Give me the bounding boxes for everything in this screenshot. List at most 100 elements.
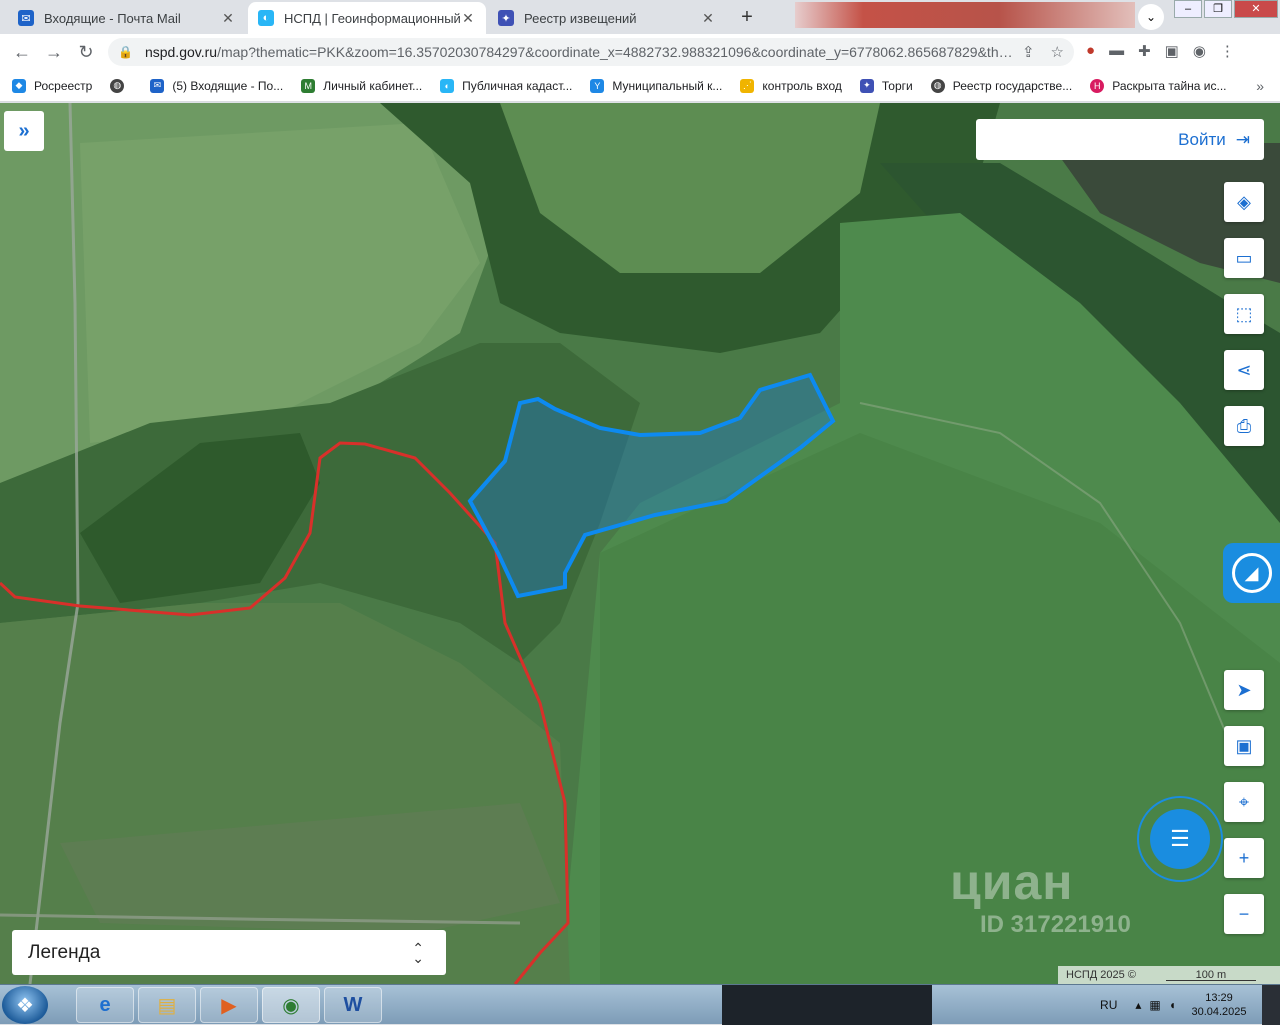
chat-bubble-icon: ☰ [1150,809,1210,869]
tab-strip: ✉ Входящие - Почта Mail ✕ ◐ НСПД | Геоин… [0,0,1280,34]
measure-button[interactable]: ▭ [1224,238,1264,278]
forward-icon[interactable]: → [38,42,70,63]
bookmark-label: Реестр государстве... [952,78,1073,93]
network-icon[interactable]: ▦ [1149,998,1160,1012]
tab-label: Входящие - Почта Mail [44,10,181,26]
system-tray: RU ▴ ▦ ◖ 13:29 30.04.2025 [1100,985,1254,1025]
print-button[interactable]: ⎙ [1224,406,1264,446]
search-location-button[interactable]: ⌖ [1224,782,1264,822]
bookmarks-bar: ◆ Росреестр ◍ ✉ (5) Входящие - По... M Личн… [0,70,1280,102]
emblem-icon: ✦ [498,10,514,26]
layers-button[interactable]: ◈ [1224,182,1264,222]
word-icon: W [343,993,363,1016]
nspd-icon: ◐ [258,10,274,26]
chart-icon: ⋰ [740,78,755,93]
bookmark-secret[interactable]: H Раскрыта тайна ис... [1090,78,1227,93]
attribution-text: НСПД 2025 © [1066,969,1136,981]
lock-icon: 🔒 [118,45,133,59]
windows-logo-icon: ❖ [16,994,34,1017]
share-icon[interactable]: ⇪ [1022,43,1035,61]
map-viewport[interactable]: » Войти ⇥ ◈ ▭ ⬚ ⋖ ⎙ ◢ ➤ ▣ ⌖ + − ☰ циан I… [0,103,1280,984]
taskbar-ie[interactable]: e [76,987,134,1023]
taskbar-chrome[interactable]: ◉ [262,987,320,1023]
emblem-icon: ✦ [859,78,874,93]
kebab-menu-icon[interactable]: ⋮ [1220,42,1235,60]
mail-icon: ✉ [18,10,34,26]
minimap-icon: ▣ [1235,735,1253,756]
ie-icon: e [99,993,111,1016]
tab-registry[interactable]: ✦ Реестр извещений ✕ [488,2,726,34]
start-button[interactable]: ❖ [2,986,48,1024]
locate-me-button[interactable]: ➤ [1224,670,1264,710]
taskbar-word[interactable]: W [324,987,382,1023]
browser-toolbar: ← → ↻ 🔒 nspd.gov.ru/map?thematic=PKK&zoo… [0,34,1280,70]
zoom-out-button[interactable]: − [1224,894,1264,934]
more-bookmarks-icon[interactable]: » [1256,78,1264,94]
satellite-imagery [0,103,1280,984]
tab-mail[interactable]: ✉ Входящие - Почта Mail ✕ [8,2,246,34]
bookmark-control[interactable]: ⋰ контроль вход [740,78,842,93]
municipal-icon: Y [590,78,605,93]
tab-search-button[interactable]: ⌄ [1138,4,1164,30]
expand-sidebar-button[interactable]: » [4,111,44,151]
nspd-icon: ◐ [440,78,455,93]
language-indicator[interactable]: RU [1100,998,1117,1012]
login-button[interactable]: Войти ⇥ [976,119,1264,160]
media-player-icon: ▶ [221,994,237,1017]
watermark: циан ID 317221910 [950,853,1131,939]
taskbar-media[interactable]: ▶ [200,987,258,1023]
taskbar-explorer[interactable]: ▤ [138,987,196,1023]
volume-icon[interactable]: ◖ [1169,998,1176,1012]
extension-avatar-icon[interactable]: ● [1086,42,1095,60]
share-icon: ⋖ [1236,359,1252,380]
assistant-button[interactable]: ◢ [1223,543,1280,603]
close-icon[interactable]: ✕ [460,10,476,27]
minimap-button[interactable]: ▣ [1224,726,1264,766]
clock-date: 30.04.2025 [1191,1006,1247,1018]
tab-nspd[interactable]: ◐ НСПД | Геоинформационный п… ✕ [248,2,486,34]
bookmark-globe[interactable]: ◍ [110,78,132,93]
clock[interactable]: 13:29 30.04.2025 [1184,991,1254,1019]
sidepanel-icon[interactable]: ▣ [1165,42,1179,60]
chat-button[interactable]: ☰ [1137,796,1223,882]
tray-arrow-icon[interactable]: ▴ [1135,998,1141,1012]
reload-icon[interactable]: ↻ [70,42,102,63]
gmail-icon: M [301,78,316,93]
rosreestr-icon: ◆ [12,78,26,93]
bookmark-municipal[interactable]: Y Муниципальный к... [590,78,722,93]
select-area-button[interactable]: ⬚ [1224,294,1264,334]
ruler-icon: ▭ [1235,247,1253,268]
assistant-icon: ◢ [1231,553,1272,593]
minus-icon: − [1238,903,1250,924]
globe-icon: ◍ [930,78,945,93]
bookmark-rosreestr[interactable]: ◆ Росреестр [12,78,92,93]
bookmark-torgi[interactable]: ✦ Торги [859,78,913,93]
clock-time: 13:29 [1205,992,1233,1004]
restore-icon[interactable]: ❐ [1204,0,1232,18]
extensions-puzzle-icon[interactable]: ✚ [1138,42,1151,60]
bookmark-cadastral[interactable]: ◐ Публичная кадаст... [440,78,573,93]
layers-icon: ◈ [1237,191,1251,212]
legend-label: Легенда [28,941,101,963]
extension-hat-icon[interactable]: ▬ [1109,42,1124,60]
bookmark-label: Публичная кадаст... [462,78,573,93]
back-icon[interactable]: ← [6,42,38,63]
new-tab-button[interactable]: + [733,4,761,30]
bookmark-mail-inbox[interactable]: ✉ (5) Входящие - По... [150,78,283,93]
bookmark-star-icon[interactable]: ☆ [1051,43,1064,61]
share-button[interactable]: ⋖ [1224,350,1264,390]
zoom-in-button[interactable]: + [1224,838,1264,878]
minimize-icon[interactable]: – [1174,0,1202,18]
close-icon[interactable]: ✕ [700,10,716,27]
bookmark-cabinet[interactable]: M Личный кабинет... [301,78,422,93]
legend-panel[interactable]: Легенда ⌃ ⌄ [12,930,446,975]
watermark-id: ID 317221910 [980,911,1131,938]
address-bar[interactable]: 🔒 nspd.gov.ru/map?thematic=PKK&zoom=16.3… [108,38,1074,66]
scale-bar: 100 m [1165,969,1256,981]
profile-icon[interactable]: ◉ [1193,42,1206,60]
show-desktop-button[interactable] [1262,985,1280,1025]
close-icon[interactable]: ✕ [220,10,236,27]
window-close-icon[interactable]: ✕ [1234,0,1278,18]
folder-icon: ▤ [157,994,177,1017]
bookmark-state-registry[interactable]: ◍ Реестр государстве... [930,78,1073,93]
